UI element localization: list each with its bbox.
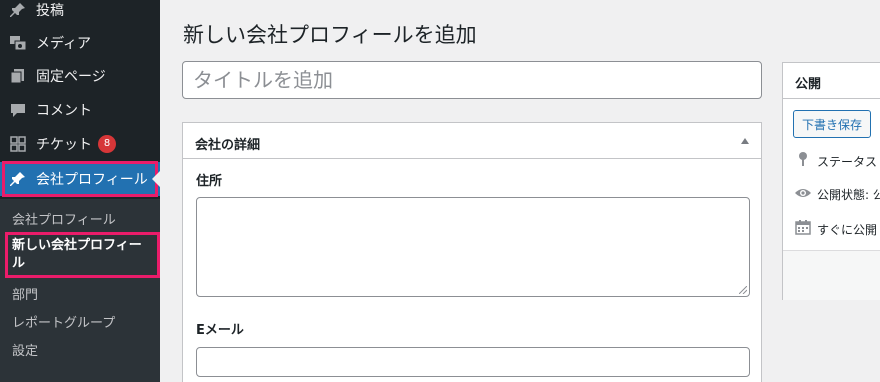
- submenu-item-report-groups[interactable]: レポートグループ: [12, 312, 115, 331]
- media-icon: [8, 33, 28, 53]
- highlight-outline: [5, 232, 160, 278]
- pages-icon: [8, 66, 28, 86]
- publish-header[interactable]: 公開: [783, 63, 880, 99]
- status-row: ステータス: [793, 151, 877, 171]
- pin-icon: [793, 151, 813, 171]
- submenu-item-settings[interactable]: 設定: [12, 340, 38, 359]
- count-badge: 8: [98, 135, 116, 153]
- sidebar-item-pages[interactable]: 固定ページ: [0, 59, 160, 93]
- submenu-item-departments[interactable]: 部門: [12, 284, 38, 303]
- postbox-header[interactable]: 会社の詳細: [183, 123, 761, 159]
- publish-footer: [783, 250, 880, 300]
- save-draft-button[interactable]: 下書き保存: [793, 110, 872, 138]
- publish-box: 公開 下書き保存 ステータス 公開状態: 公 すぐに公開: [782, 62, 880, 300]
- sidebar-item-label: コメント: [36, 103, 92, 119]
- grid-icon: [8, 134, 28, 154]
- calendar-icon: [793, 219, 813, 239]
- sidebar-item-label: 投稿: [36, 3, 64, 19]
- title-input[interactable]: [182, 61, 762, 99]
- sidebar-item-media[interactable]: メディア: [0, 26, 160, 60]
- schedule-text: すぐに公開: [817, 222, 878, 237]
- comment-icon: [8, 100, 28, 120]
- email-label: Eメール: [196, 323, 244, 338]
- address-label: 住所: [196, 174, 223, 189]
- company-details-box: 会社の詳細 住所 Eメール: [182, 122, 762, 382]
- email-field[interactable]: [196, 347, 750, 377]
- publish-title: 公開: [795, 77, 822, 92]
- pushpin-icon: [8, 0, 28, 20]
- admin-sidebar: 投稿 メディア 固定ページ コメント チケット 8 会社プロフィール 会社プロフ…: [0, 0, 160, 382]
- resize-grip-icon[interactable]: [739, 286, 747, 294]
- sidebar-item-label: メディア: [36, 36, 92, 52]
- collapse-arrow-icon[interactable]: [741, 138, 749, 144]
- sidebar-item-tickets[interactable]: チケット 8: [0, 127, 160, 161]
- schedule-row: すぐに公開: [793, 219, 877, 239]
- sidebar-item-comments[interactable]: コメント: [0, 93, 160, 127]
- postbox-title: 会社の詳細: [195, 138, 261, 153]
- sidebar-item-posts[interactable]: 投稿: [0, 0, 160, 27]
- current-menu-arrow: [152, 171, 160, 187]
- eye-icon: [793, 185, 813, 203]
- sidebar-item-label: チケット: [36, 137, 92, 153]
- highlight-outline: [2, 161, 158, 197]
- submenu-item-company-profile[interactable]: 会社プロフィール: [12, 209, 116, 228]
- address-textarea[interactable]: [196, 197, 750, 297]
- visibility-row: 公開状態: 公: [793, 185, 880, 203]
- status-text: ステータス: [817, 154, 878, 169]
- sidebar-item-label: 固定ページ: [36, 69, 106, 85]
- visibility-text: 公開状態: 公: [817, 187, 880, 202]
- page-title: 新しい会社プロフィールを追加: [183, 23, 477, 47]
